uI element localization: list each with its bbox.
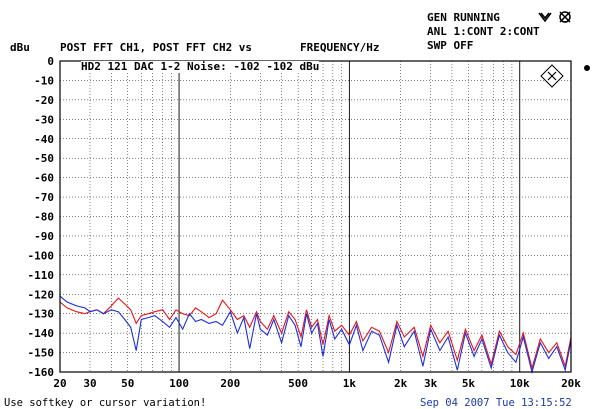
y-tick-label: -120 [28, 288, 55, 301]
x-tick-label: 2k [394, 377, 408, 390]
x-tick-label: 500 [288, 377, 308, 390]
y-tick-label: -80 [34, 211, 54, 224]
y-tick-label: -40 [34, 133, 54, 146]
y-tick-label: -30 [34, 113, 54, 126]
y-tick-label: -10 [34, 74, 54, 87]
y-tick-label: -140 [28, 327, 55, 340]
x-tick-label: 10k [510, 377, 530, 390]
status-datetime: Sep 04 2007 Tue 13:15:52 [420, 397, 572, 409]
y-tick-label: -150 [28, 347, 55, 360]
x-tick-label: 3k [424, 377, 438, 390]
x-tick-label: 200 [220, 377, 240, 390]
y-tick-label: -60 [34, 172, 54, 185]
x-tick-label: 1k [343, 377, 357, 390]
y-tick-label: -50 [34, 152, 54, 165]
x-tick-label: 30 [83, 377, 96, 390]
y-tick-label: -130 [28, 308, 55, 321]
x-tick-label: 20 [53, 377, 66, 390]
x-tick-label: 20k [561, 377, 581, 390]
rs-logo [540, 64, 564, 88]
series-line-ch2 [59, 295, 572, 375]
y-tick-label: -90 [34, 230, 54, 243]
x-tick-label: 5k [462, 377, 476, 390]
status-message: Use softkey or cursor variation! [4, 397, 207, 409]
y-tick-label: 0 [47, 55, 54, 68]
y-tick-label: -110 [28, 269, 55, 282]
x-tick-label: 100 [169, 377, 189, 390]
y-tick-label: -20 [34, 94, 54, 107]
trace-annotation: HD2 121 DAC 1-2 Noise: -102 -102 dBu [81, 60, 320, 73]
y-tick-label: -160 [28, 366, 55, 379]
y-tick-label: -100 [28, 249, 55, 262]
y-tick-label: -70 [34, 191, 54, 204]
x-tick-label: 50 [121, 377, 134, 390]
